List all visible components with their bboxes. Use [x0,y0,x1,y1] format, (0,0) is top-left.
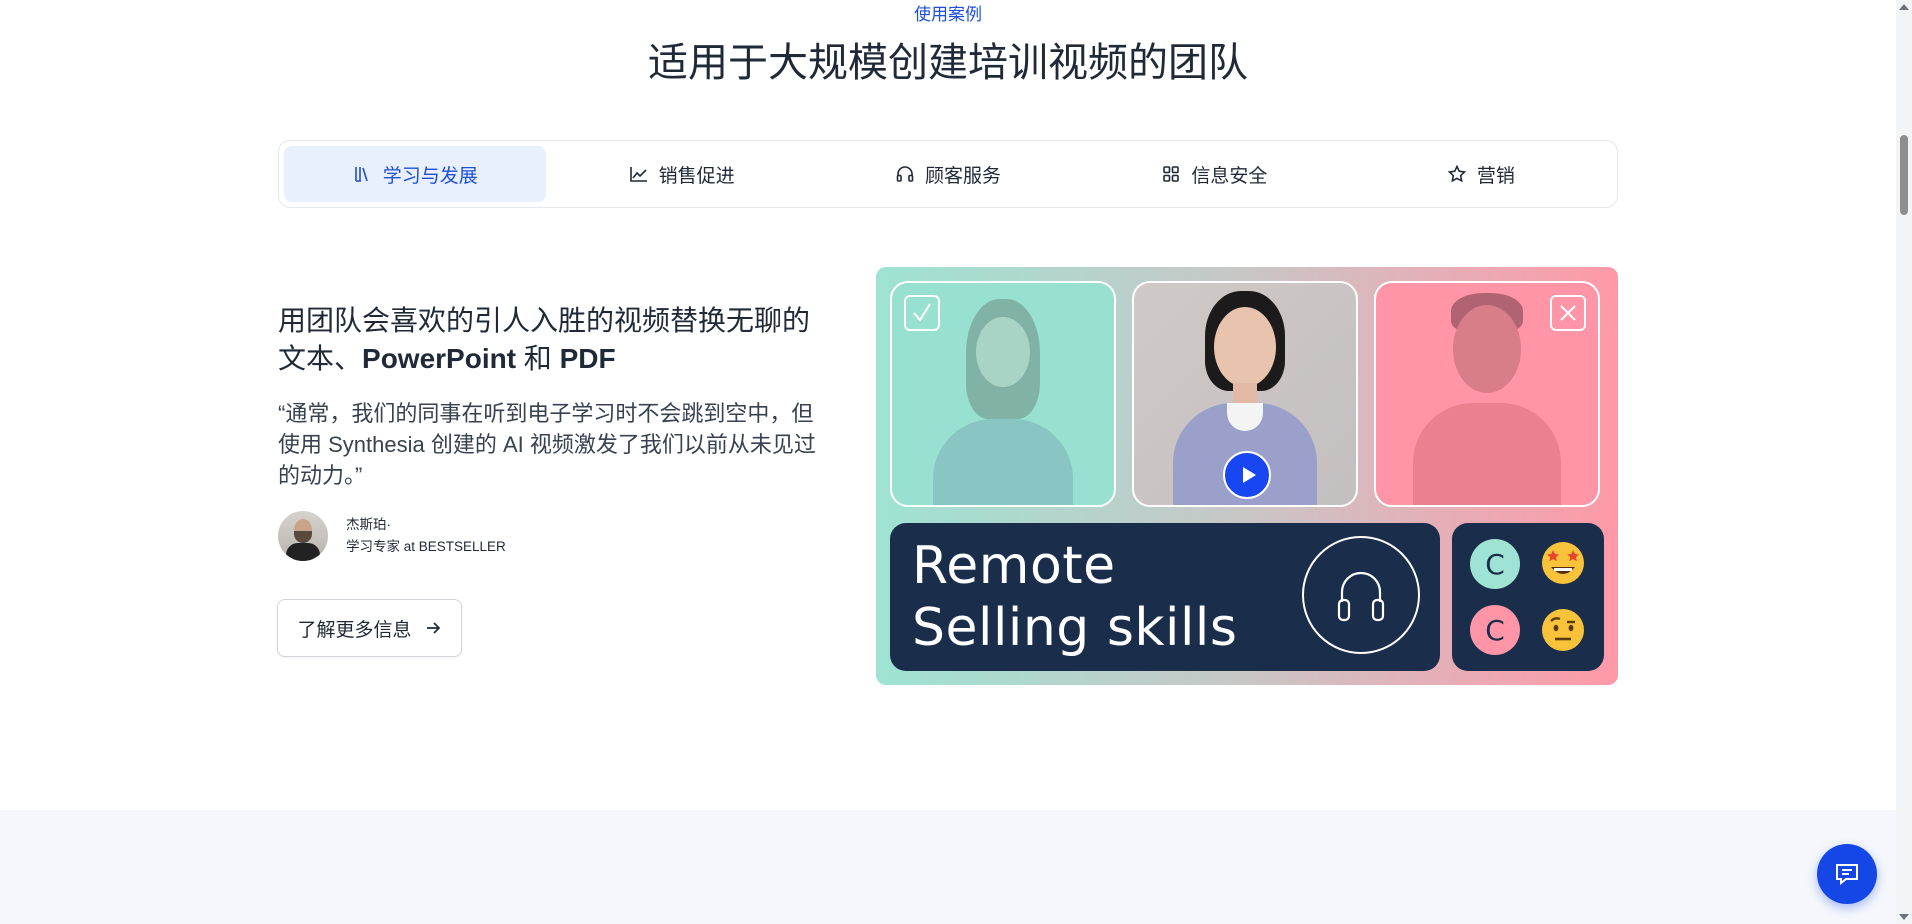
section-headline: 适用于大规模创建培训视频的团队 [648,41,1248,85]
learn-more-button[interactable]: 了解更多信息 [277,599,462,657]
tab-infosec[interactable]: 信息安全 [1083,146,1345,202]
books-icon [354,167,368,182]
grid-icon [1163,166,1180,182]
author-meta: 杰斯珀· 学习专家 at BESTSELLER [346,514,506,558]
arrow-right-icon [426,622,440,634]
avatar-card-selected[interactable] [1132,281,1358,507]
tab-marketing[interactable]: 营销 [1350,146,1612,202]
letter-chip-mint: C [1470,539,1520,589]
chat-icon [1836,864,1858,886]
star-struck-emoji-icon [1542,542,1584,584]
tab-learning-development[interactable]: 学习与发展 [284,146,547,202]
author-name: 杰斯珀· [346,517,391,532]
scroll-up-icon[interactable] [1899,4,1909,10]
check-icon [904,295,940,331]
use-case-visual: Remote Selling skills C C [876,267,1618,685]
play-icon [1242,467,1256,483]
presenter-figure [1407,293,1567,505]
avatar-card-rejected [1374,281,1600,507]
learn-more-label: 了解更多信息 [297,619,412,641]
author-role: 学习专家 at BESTSELLER [346,539,506,554]
tab-customer-service[interactable]: 顾客服务 [817,146,1079,202]
testimonial-quote: “通常，我们的同事在听到电子学习时不会跳到空中，但使用 Synthesia 创建… [278,401,816,488]
next-section-background [0,810,1896,924]
case-title: 用团队会喜欢的引人入胜的视频替换无聊的文本、PowerPoint 和 PDF [278,305,811,374]
banner-line-2: Selling skills [912,598,1238,658]
chart-line-icon [629,167,647,182]
headphones-icon [1302,536,1420,654]
tab-label: 顾客服务 [925,165,1002,187]
tab-label: 信息安全 [1191,165,1268,187]
close-icon [1550,295,1586,331]
tab-label: 学习与发展 [382,165,478,187]
star-icon [1447,164,1467,183]
vertical-scrollbar[interactable] [1896,0,1912,924]
avatar-card-accepted [890,281,1116,507]
raised-eyebrow-emoji-icon [1542,609,1584,651]
reactions-panel: C C [1452,523,1604,671]
headset-icon [896,166,914,182]
banner-line-1: Remote [912,536,1116,596]
tab-label: 销售促进 [658,165,735,187]
course-title-banner: Remote Selling skills [890,523,1440,671]
tab-label: 营销 [1476,165,1515,187]
presenter-figure [928,299,1078,505]
scroll-down-icon[interactable] [1899,914,1909,920]
use-case-tabbar: 学习与发展 销售促进 顾客服务 信息安全 营销 [278,140,1618,208]
chat-launcher-button[interactable] [1817,844,1877,904]
letter-chip-pink: C [1470,605,1520,655]
tab-sales-enablement[interactable]: 销售促进 [550,146,812,202]
eyebrow-label: 使用案例 [914,5,982,24]
author-block: 杰斯珀· 学习专家 at BESTSELLER [278,511,506,561]
avatar [278,511,328,561]
play-button[interactable] [1223,451,1271,499]
scroll-thumb[interactable] [1900,135,1908,215]
